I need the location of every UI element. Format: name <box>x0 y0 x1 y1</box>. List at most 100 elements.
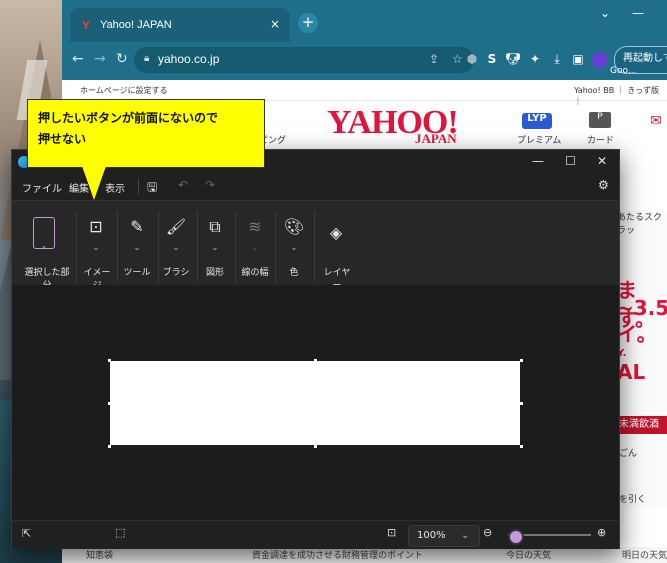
news-link[interactable]: 資金調達を成功させる財務管理のポイント <box>252 548 423 561</box>
tool-label-brush: ブラシ <box>162 268 190 278</box>
ad-text-7: ごん <box>619 449 638 459</box>
resize-handle[interactable] <box>314 445 317 448</box>
chevron-down-icon[interactable]: ⌄ <box>282 243 306 252</box>
chevron-down-icon[interactable]: ⌄ <box>84 243 108 252</box>
image-icon[interactable]: ⊡ <box>84 217 108 241</box>
share-icon[interactable]: ⇪ <box>429 52 439 66</box>
drawing-canvas[interactable] <box>110 361 520 445</box>
save-icon[interactable]: 🖫 <box>147 178 157 199</box>
download-icon[interactable]: ⤓ <box>549 52 565 68</box>
resize-handle[interactable] <box>520 445 523 448</box>
url-text: yahoo.co.jp <box>158 52 220 66</box>
side-panel-icon[interactable]: ▣ <box>570 52 586 68</box>
stroke-width-icon[interactable]: ≋ <box>243 217 267 241</box>
mail-icon[interactable]: ✉ <box>650 113 662 129</box>
right-ad-panel[interactable]: あたるスクラッ ます。 ~3.5% イ。 Y. AL ごん を引く <box>617 210 667 510</box>
shield-extension-icon[interactable]: ⬢ <box>464 52 480 68</box>
tab-title: Yahoo! JAPAN <box>100 19 172 31</box>
canvas-workspace[interactable] <box>12 285 619 520</box>
paint-statusbar: ⇱ ⬚ ⊡ 100% ⌄ ⊖ ⊕ <box>12 520 619 549</box>
chevron-down-icon[interactable]: ⌄ <box>164 243 188 252</box>
tool-label-color: 色 <box>289 268 299 278</box>
card-icon[interactable]: P <box>589 112 611 128</box>
chevron-down-icon[interactable]: ⌄ <box>243 243 267 252</box>
yahoo-favicon-icon: Y <box>82 19 90 32</box>
color-palette-icon[interactable]: 🎨︎ <box>282 217 306 241</box>
resize-handle[interactable] <box>520 402 523 405</box>
bookmark-star-icon[interactable]: ☆ <box>452 52 463 66</box>
zoom-value: 100% <box>417 530 446 541</box>
chevron-down-icon[interactable]: ⌄ <box>32 241 56 250</box>
zoom-out-icon[interactable]: ⊖ <box>483 526 492 539</box>
tab-yahoo[interactable]: Y Yahoo! JAPAN × <box>70 8 290 42</box>
chevron-down-icon[interactable]: ⌄ <box>203 243 227 252</box>
menu-divider <box>138 178 139 194</box>
ad-text-2: ~3.5% <box>617 296 667 320</box>
zoom-in-icon[interactable]: ⊕ <box>597 526 606 539</box>
set-homepage-link[interactable]: ホームページに設定する <box>80 85 168 96</box>
premium-label[interactable]: プレミアム <box>517 133 561 146</box>
minimize-icon[interactable]: — <box>632 6 644 20</box>
close-tab-icon[interactable]: × <box>270 17 280 31</box>
resize-handle[interactable] <box>520 359 523 362</box>
ribbon-separator <box>117 211 118 283</box>
profile-avatar[interactable] <box>592 52 608 68</box>
brush-icon[interactable]: 🖌︎ <box>164 217 188 241</box>
tool-label-stroke: 線の幅 <box>241 268 269 278</box>
address-bar-row: ← → ↻ 🔒︎ yahoo.co.jp ⇪ ☆ ⬢ S 🐶︎ ✦ ⤓ ▣ 再起… <box>62 42 667 80</box>
shapes-icon[interactable]: ⧉ <box>203 217 227 241</box>
ad-text-5: AL <box>617 360 646 384</box>
callout-text: 押したいボタンが前面にないので 押せない <box>38 108 218 150</box>
tool-label-shapes: 図形 <box>205 268 224 278</box>
callout-pointer <box>82 166 106 200</box>
layers-icon[interactable]: ◈ <box>324 223 348 247</box>
reload-icon[interactable]: ↻ <box>116 51 128 67</box>
s-extension-icon[interactable]: S <box>484 52 500 68</box>
yahoo-logo-japan: JAPAN <box>415 131 457 146</box>
settings-gear-icon[interactable]: ⚙ <box>598 178 609 192</box>
maximize-icon[interactable]: ☐ <box>565 154 576 168</box>
forward-icon[interactable]: → <box>94 51 106 67</box>
ad-text-scratch: あたるスクラッ <box>617 213 663 236</box>
ribbon-separator <box>275 211 276 283</box>
yahoo-bottom-strip: 知恵袋 資金調達を成功させる財務管理のポイント 今日の天気 明日の天気 <box>62 547 667 563</box>
chiebukuro-link[interactable]: 知恵袋 <box>86 548 113 561</box>
bookmark-goo[interactable]: Goo... <box>610 66 636 76</box>
weather-today[interactable]: 今日の天気 <box>506 548 551 561</box>
new-tab-button[interactable]: + <box>298 13 318 33</box>
mascot-extension-icon[interactable]: 🐶︎ <box>505 52 521 68</box>
resize-handle[interactable] <box>108 402 111 405</box>
resize-handle[interactable] <box>314 359 317 362</box>
cursor-position-icon: ⇱ <box>22 527 32 540</box>
menu-file[interactable]: ファイル <box>22 180 62 195</box>
undo-icon[interactable]: ↶ <box>178 178 188 192</box>
minimize-icon[interactable]: — <box>532 154 544 168</box>
callout-line-2: 押せない <box>38 132 87 146</box>
ribbon-separator <box>235 211 236 283</box>
tab-search-icon[interactable]: ⌄ <box>600 6 610 20</box>
selection-size-icon: ⬚ <box>115 526 126 539</box>
resize-handle[interactable] <box>108 445 111 448</box>
zoom-slider-thumb[interactable] <box>508 529 524 545</box>
ad-text-3: イ。 <box>617 322 657 346</box>
menu-view[interactable]: 表示 <box>105 180 125 195</box>
tool-label-tools: ツール <box>123 268 151 278</box>
omnibox[interactable]: 🔒︎ yahoo.co.jp ⇪ ☆ <box>134 47 474 73</box>
close-icon[interactable]: ✕ <box>597 154 607 168</box>
puzzle-icon[interactable]: ✦ <box>527 52 543 68</box>
redo-icon[interactable]: ↷ <box>205 178 215 192</box>
pencil-tools-icon[interactable]: ✎ <box>125 217 149 241</box>
fit-to-window-icon[interactable]: ⊡ <box>387 526 396 539</box>
ad-warning-band: 未満飲酒 <box>617 416 667 434</box>
weather-tomorrow[interactable]: 明日の天気 <box>622 548 667 561</box>
annotation-callout: 押したいボタンが前面にないので 押せない <box>27 99 265 168</box>
back-icon[interactable]: ← <box>72 51 84 67</box>
lock-icon: 🔒︎ <box>144 53 150 64</box>
chevron-down-icon[interactable]: ⌄ <box>125 243 149 252</box>
card-label[interactable]: カード <box>587 133 614 146</box>
lyp-premium-icon[interactable]: LYP <box>522 113 552 129</box>
yahoo-bb-links[interactable]: Yahoo! BB ｜ きっず版 ｜ <box>574 85 667 107</box>
zoom-select[interactable]: 100% ⌄ <box>408 525 480 547</box>
resize-handle[interactable] <box>108 359 111 362</box>
selection-tool[interactable] <box>22 209 66 259</box>
